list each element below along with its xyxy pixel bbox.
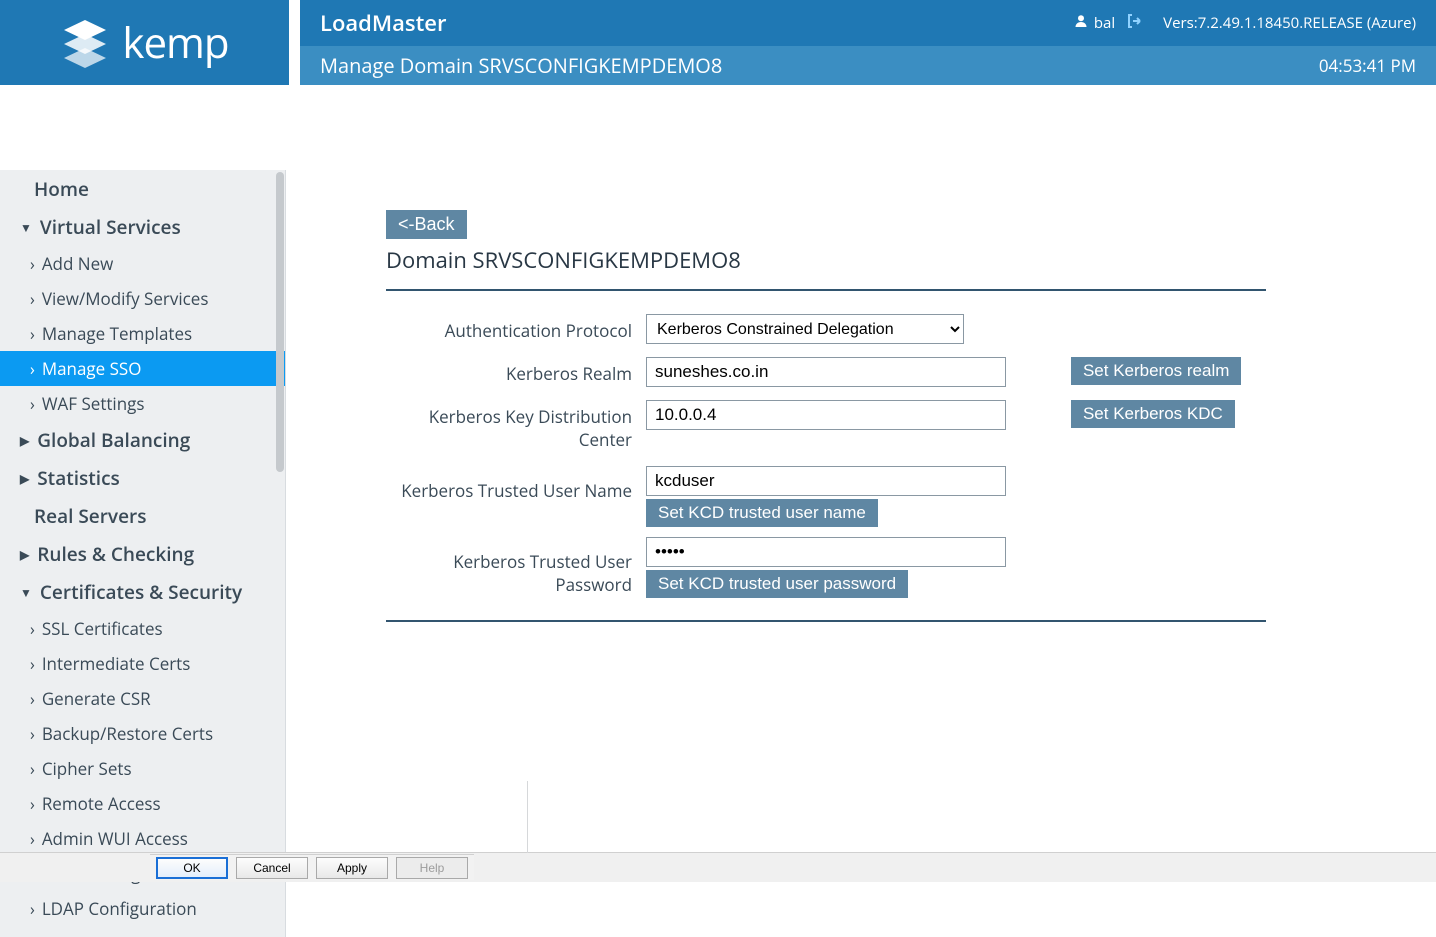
select-auth-protocol[interactable]: Kerberos Constrained Delegation <box>646 314 964 344</box>
caret-down-icon <box>20 219 32 236</box>
username: bal <box>1094 13 1115 33</box>
nav-label: SSL Certificates <box>42 617 163 640</box>
page-title: Manage Domain SRVSCONFIGKEMPDEMO8 <box>320 52 722 79</box>
nav-admin-wui-access[interactable]: Admin WUI Access <box>0 821 285 856</box>
caret-right-icon <box>20 432 29 449</box>
nav-label: Rules & Checking <box>37 541 194 567</box>
header-top: LoadMaster bal Vers:7.2.49.1.18450.RELEA… <box>300 0 1436 46</box>
nav-label: Certificates & Security <box>40 579 242 605</box>
input-trusted-password[interactable] <box>646 537 1006 567</box>
version-text: Vers:7.2.49.1.18450.RELEASE (Azure) <box>1163 13 1416 33</box>
nav-ldap-configuration[interactable]: LDAP Configuration <box>0 891 285 926</box>
nav-label: Backup/Restore Certs <box>42 722 213 745</box>
logout-icon[interactable] <box>1125 12 1143 35</box>
caret-right-icon <box>20 470 29 487</box>
button-set-trusted-user[interactable]: Set KCD trusted user name <box>646 499 878 527</box>
input-realm[interactable] <box>646 357 1006 387</box>
nav-home-label: Home <box>34 176 89 202</box>
label-realm: Kerberos Realm <box>386 352 646 395</box>
nav-rules-checking[interactable]: Rules & Checking <box>0 535 285 573</box>
nav-certificates-security[interactable]: Certificates & Security <box>0 573 285 611</box>
label-trusted-password: Kerberos Trusted User Password <box>386 532 646 606</box>
dialog-apply-button[interactable]: Apply <box>316 857 388 879</box>
form-table: Authentication Protocol Kerberos Constra… <box>386 309 1266 606</box>
nav-intermediate-certs[interactable]: Intermediate Certs <box>0 646 285 681</box>
nav-real-servers[interactable]: Real Servers <box>0 497 285 535</box>
app-title: LoadMaster <box>320 8 446 38</box>
header-sub: Manage Domain SRVSCONFIGKEMPDEMO8 04:53:… <box>300 46 1436 85</box>
nav-label: Virtual Services <box>40 214 181 240</box>
nav-view-modify-services[interactable]: View/Modify Services <box>0 281 285 316</box>
divider <box>386 289 1266 291</box>
nav-label: Manage Templates <box>42 322 192 345</box>
nav-label: Intermediate Certs <box>42 652 191 675</box>
dialog-help-button: Help <box>396 857 468 879</box>
user-icon <box>1074 13 1088 33</box>
nav-cipher-sets[interactable]: Cipher Sets <box>0 751 285 786</box>
nav-label: WAF Settings <box>42 392 145 415</box>
nav-ssl-certificates[interactable]: SSL Certificates <box>0 611 285 646</box>
nav-virtual-services[interactable]: Virtual Services <box>0 208 285 246</box>
nav-label: System Configuration <box>40 932 238 937</box>
nav-label: Add New <box>42 252 114 275</box>
nav-global-balancing[interactable]: Global Balancing <box>0 421 285 459</box>
nav-waf-settings[interactable]: WAF Settings <box>0 386 285 421</box>
clock: 04:53:41 PM <box>1319 54 1416 77</box>
logo-text: kemp <box>122 14 228 71</box>
button-set-kdc[interactable]: Set Kerberos KDC <box>1071 400 1235 428</box>
nav-label: Generate CSR <box>42 687 151 710</box>
kemp-logo-icon <box>60 18 110 68</box>
nav-manage-sso[interactable]: Manage SSO <box>0 351 285 386</box>
back-button[interactable]: <-Back <box>386 210 467 239</box>
logo-area: kemp <box>0 0 289 85</box>
nav-manage-templates[interactable]: Manage Templates <box>0 316 285 351</box>
sidebar: Home Virtual Services Add New View/Modif… <box>0 170 286 937</box>
nav-label: View/Modify Services <box>42 287 209 310</box>
scrollbar-thumb[interactable] <box>276 172 284 472</box>
nav-home[interactable]: Home <box>0 170 285 208</box>
nav-label: Admin WUI Access <box>42 827 188 850</box>
nav-add-new[interactable]: Add New <box>0 246 285 281</box>
input-kdc[interactable] <box>646 400 1006 430</box>
button-set-realm[interactable]: Set Kerberos realm <box>1071 357 1241 385</box>
nav-system-configuration[interactable]: System Configuration <box>0 926 285 937</box>
nav-label: Global Balancing <box>37 427 190 453</box>
nav-label: Statistics <box>37 465 120 491</box>
label-trusted-user: Kerberos Trusted User Name <box>386 461 646 532</box>
caret-right-icon <box>20 546 29 563</box>
dialog-button-bar: OK Cancel Apply Help <box>0 852 1436 882</box>
label-kdc: Kerberos Key Distribution Center <box>386 395 646 461</box>
caret-down-icon <box>20 584 32 601</box>
nav-statistics[interactable]: Statistics <box>0 459 285 497</box>
domain-heading: Domain SRVSCONFIGKEMPDEMO8 <box>386 245 1436 275</box>
nav-label: LDAP Configuration <box>42 897 197 920</box>
nav-label: Remote Access <box>42 792 161 815</box>
dialog-cancel-button[interactable]: Cancel <box>236 857 308 879</box>
main-content: <-Back Domain SRVSCONFIGKEMPDEMO8 Authen… <box>286 170 1436 937</box>
label-auth-protocol: Authentication Protocol <box>386 309 646 352</box>
sidebar-scrollbar[interactable] <box>273 170 285 937</box>
nav-label: Real Servers <box>34 503 146 529</box>
dialog-ok-button[interactable]: OK <box>156 857 228 879</box>
button-set-trusted-password[interactable]: Set KCD trusted user password <box>646 570 908 598</box>
bottom-divider <box>527 781 528 853</box>
input-trusted-user[interactable] <box>646 466 1006 496</box>
nav-generate-csr[interactable]: Generate CSR <box>0 681 285 716</box>
nav-remote-access[interactable]: Remote Access <box>0 786 285 821</box>
nav-label: Manage SSO <box>42 357 142 380</box>
nav-label: Cipher Sets <box>42 757 132 780</box>
divider-bottom <box>386 620 1266 622</box>
nav-backup-restore-certs[interactable]: Backup/Restore Certs <box>0 716 285 751</box>
